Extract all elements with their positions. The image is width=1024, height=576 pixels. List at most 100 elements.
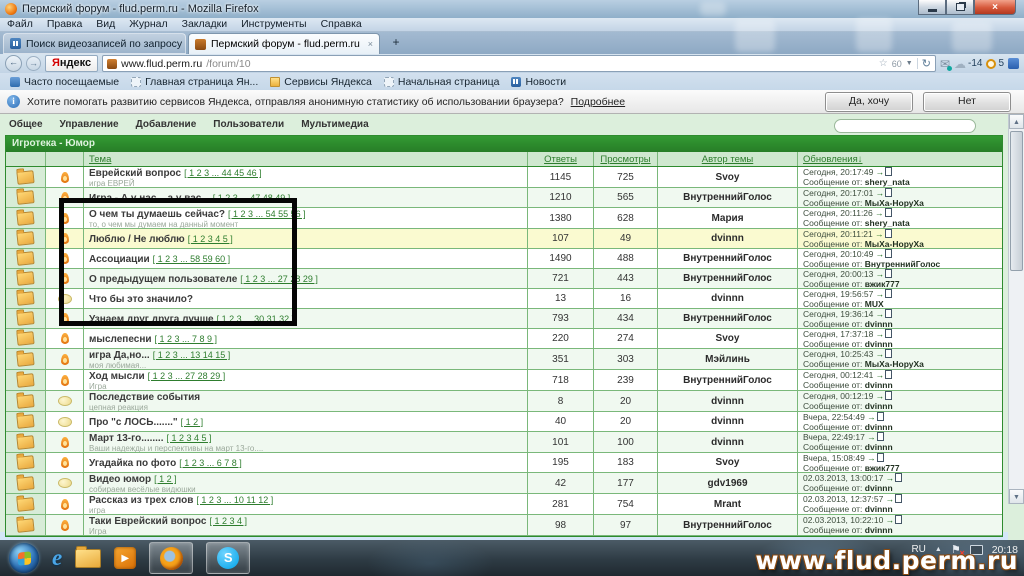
topic-author[interactable]: ВнутреннийГолос	[658, 249, 798, 268]
topic-page-links[interactable]: [ 1 2 ]	[181, 417, 204, 427]
topic-author[interactable]: dvinnn	[658, 412, 798, 431]
topic-author[interactable]: ВнутреннийГолос	[658, 309, 798, 328]
goto-last-post-icon[interactable]: →	[876, 289, 893, 299]
last-poster-link[interactable]: dvinnn	[865, 422, 893, 432]
goto-last-post-icon[interactable]: →	[876, 391, 893, 401]
topic-page-links[interactable]: [ 1 2 3 ... 7 8 9 ]	[155, 334, 218, 344]
details-link[interactable]: Подробнее	[571, 96, 625, 108]
topic-author[interactable]: ВнутреннийГолос	[658, 515, 798, 535]
bookmark-item[interactable]: Начальная страница	[378, 76, 506, 88]
last-poster-link[interactable]: dvinnn	[865, 483, 893, 493]
last-poster-link[interactable]: dvinnn	[865, 504, 893, 514]
topic-page-links[interactable]: [ 1 2 3 4 5 ]	[167, 433, 212, 443]
goto-last-post-icon[interactable]: →	[867, 432, 884, 442]
topic-link[interactable]: Еврейский вопрос	[89, 168, 181, 179]
topic-author[interactable]: Svoy	[658, 329, 798, 348]
topic-link[interactable]: Таки Еврейский вопрос	[89, 516, 206, 527]
topic-author[interactable]: ВнутреннийГолос	[658, 269, 798, 288]
dropdown-arrow-icon[interactable]: ▼	[906, 60, 913, 67]
topic-page-links[interactable]: [ 1 2 3 ... 10 11 12 ]	[196, 495, 273, 505]
close-button[interactable]: ×	[974, 0, 1016, 15]
forum-menu-item[interactable]: Пользователи	[213, 119, 284, 130]
address-bar[interactable]: www.flud.perm.ru /forum/10 ☆ 60 ▼ ↻	[102, 55, 936, 72]
yandex-bar-extension[interactable]	[1008, 58, 1019, 69]
yandex-button[interactable]: Яндекс	[45, 55, 98, 72]
goto-last-post-icon[interactable]: →	[876, 309, 893, 319]
topic-author[interactable]: ВнутреннийГолос	[658, 370, 798, 390]
goto-last-post-icon[interactable]: →	[876, 349, 893, 359]
last-poster-link[interactable]: shery_nata	[865, 218, 910, 228]
last-poster-link[interactable]: dvinnn	[865, 319, 893, 329]
topic-page-links[interactable]: [ 1 2 3 ... 27 28 29 ]	[148, 371, 226, 381]
topic-author[interactable]: Svoy	[658, 167, 798, 187]
topic-author[interactable]: dvinnn	[658, 289, 798, 308]
goto-last-post-icon[interactable]: →	[876, 249, 893, 259]
topic-link[interactable]: Последствие события	[89, 392, 200, 403]
topic-page-links[interactable]: [ 1 2 3 ... 6 7 8 ]	[179, 458, 242, 468]
menubar-item[interactable]: Файл	[0, 18, 40, 31]
sort-author-link[interactable]: Автор темы	[702, 154, 754, 165]
tab-forum[interactable]: Пермский форум - flud.perm.ru ×	[188, 33, 380, 54]
forward-button[interactable]: →	[26, 56, 41, 71]
topic-author[interactable]: dvinnn	[658, 432, 798, 452]
tab-video-search[interactable]: Поиск видеозаписей по запросу Кл... ×	[3, 33, 186, 54]
goto-last-post-icon[interactable]: →	[886, 515, 903, 525]
forum-menu-item[interactable]: Мультимедиа	[301, 119, 368, 130]
minimize-button[interactable]	[918, 0, 946, 15]
firefox-taskbar-button[interactable]	[149, 542, 193, 574]
menubar-item[interactable]: Инструменты	[234, 18, 313, 31]
back-button[interactable]: ←	[5, 55, 22, 72]
topic-author[interactable]: ВнутреннийГолос	[658, 188, 798, 207]
last-poster-link[interactable]: МыХа-НоруХа	[865, 198, 924, 208]
goto-last-post-icon[interactable]: →	[876, 269, 893, 279]
decline-button[interactable]: Нет	[923, 92, 1011, 112]
last-poster-link[interactable]: МыХа-НоруХа	[865, 359, 924, 369]
vertical-scrollbar[interactable]: ▲ ▼	[1008, 114, 1024, 504]
goto-last-post-icon[interactable]: →	[886, 494, 903, 504]
skype-taskbar-button[interactable]: S	[206, 542, 250, 574]
topic-author[interactable]: dvinnn	[658, 391, 798, 411]
last-poster-link[interactable]: MUX	[865, 299, 884, 309]
menubar-item[interactable]: Закладки	[175, 18, 234, 31]
topic-link[interactable]: Рассказ из трех слов	[89, 495, 193, 506]
restore-button[interactable]	[946, 0, 974, 15]
menubar-item[interactable]: Журнал	[122, 18, 174, 31]
new-tab-button[interactable]: +	[386, 35, 406, 51]
tab-close-icon[interactable]: ×	[368, 39, 373, 49]
last-poster-link[interactable]: вжик777	[865, 463, 900, 473]
last-poster-link[interactable]: dvinnn	[865, 442, 893, 452]
topic-link[interactable]: Март 13-го........	[89, 433, 164, 444]
bookmark-item[interactable]: Новости	[505, 76, 572, 88]
menubar-item[interactable]: Справка	[314, 18, 369, 31]
topic-link[interactable]: Ход мысли	[89, 371, 145, 382]
sort-views-link[interactable]: Просмотры	[600, 154, 650, 165]
forum-menu-item[interactable]: Управление	[60, 119, 119, 130]
clock-extension[interactable]: 5	[986, 58, 1004, 69]
topic-author[interactable]: gdv1969	[658, 473, 798, 493]
file-explorer-icon[interactable]	[75, 549, 101, 568]
weather-extension[interactable]: ☁-14	[954, 57, 982, 71]
goto-last-post-icon[interactable]: →	[875, 229, 892, 239]
topic-author[interactable]: Mrant	[658, 494, 798, 514]
scrollbar-thumb[interactable]	[1010, 131, 1023, 271]
last-poster-link[interactable]: dvinnn	[865, 525, 893, 535]
page-selector-box[interactable]	[834, 119, 976, 133]
goto-last-post-icon[interactable]: →	[876, 167, 893, 177]
forum-menu-item[interactable]: Добавление	[136, 119, 197, 130]
topic-page-links[interactable]: [ 1 2 3 ... 13 14 15 ]	[153, 350, 231, 360]
goto-last-post-icon[interactable]: →	[875, 208, 892, 218]
internet-explorer-icon[interactable]: e	[52, 544, 62, 572]
media-player-icon[interactable]: ▶	[114, 547, 136, 569]
bookmark-item[interactable]: Сервисы Яндекса	[264, 76, 378, 88]
topic-link[interactable]: игра Да,но...	[89, 350, 150, 361]
bookmark-item[interactable]: Главная страница Ян...	[125, 76, 264, 88]
topic-page-links[interactable]: [ 1 2 3 4 ]	[209, 516, 247, 526]
last-poster-link[interactable]: вжик777	[865, 279, 900, 289]
topic-page-links[interactable]: [ 1 2 ]	[154, 474, 177, 484]
last-poster-link[interactable]: dvinnn	[865, 380, 893, 390]
scroll-up-icon[interactable]: ▲	[1009, 114, 1024, 129]
last-poster-link[interactable]: dvinnn	[865, 339, 893, 349]
mail-extension[interactable]: ✉	[940, 57, 950, 71]
topic-author[interactable]: dvinnn	[658, 229, 798, 248]
sort-topic-link[interactable]: Тема	[89, 154, 111, 165]
